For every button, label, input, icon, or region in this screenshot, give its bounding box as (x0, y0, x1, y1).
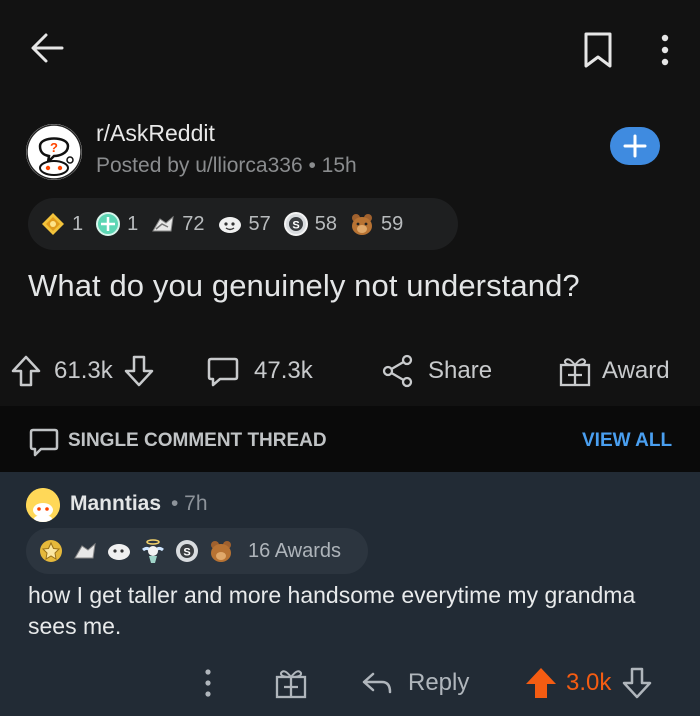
gold-award-icon (42, 213, 64, 235)
post-title[interactable]: What do you genuinely not understand? (28, 268, 580, 304)
wholesome-award-icon (74, 542, 96, 559)
wholesome-award-icon (152, 215, 174, 232)
comment-actions-bar: Reply 3.0k (0, 660, 700, 710)
back-arrow-icon[interactable] (28, 28, 68, 68)
comment-count: 47.3k (254, 357, 313, 384)
upvote-active-icon[interactable] (524, 666, 558, 700)
award-count: 72 (182, 212, 205, 235)
gift-icon (559, 358, 591, 387)
comment-awards-row[interactable]: S 16 Awards (26, 528, 368, 574)
view-all-link[interactable]: VIEW ALL (582, 430, 672, 452)
comment-time: • 7h (171, 492, 208, 515)
user-avatar[interactable] (26, 488, 60, 522)
argentium-award-icon (96, 212, 121, 236)
star-award-icon (40, 540, 62, 562)
award-button[interactable]: Award (558, 354, 670, 388)
join-button[interactable] (610, 127, 660, 165)
angel-award-icon (142, 539, 164, 563)
comment-card: Manntias • 7h S 16 Awards how I get tall… (0, 472, 700, 716)
award-count: 57 (248, 212, 271, 235)
helpful-award-icon (108, 544, 130, 560)
post-card: ? r/AskReddit Posted by u/lliorca336 • 1… (0, 96, 700, 406)
upvote-count: 61.3k (54, 357, 113, 384)
vote-group: 61.3k (10, 354, 155, 388)
silver-award-icon: S (283, 212, 308, 236)
comments-button[interactable]: 47.3k (206, 354, 313, 388)
share-label: Share (428, 357, 493, 384)
award-item: 57 (217, 211, 271, 237)
comment-vote-group: 3.0k (524, 666, 653, 700)
share-button[interactable]: Share (382, 354, 492, 388)
award-item: 59 (349, 211, 403, 237)
subreddit-avatar[interactable]: ? (26, 124, 82, 180)
thread-label: SINGLE COMMENT THREAD (68, 430, 327, 451)
upvote-icon[interactable] (10, 354, 42, 388)
svg-text:?: ? (50, 140, 58, 155)
award-item: 1 (95, 211, 138, 237)
comment-body: how I get taller and more handsome every… (28, 582, 636, 639)
post-actions-bar: 61.3k 47.3k Share Award (0, 346, 700, 402)
svg-text:S: S (183, 547, 190, 559)
svg-text:S: S (292, 220, 299, 232)
post-awards-row[interactable]: 1 1 72 57 S 58 59 (28, 198, 458, 250)
single-comment-thread-bar: SINGLE COMMENT THREAD VIEW ALL (0, 406, 700, 472)
reply-icon (362, 672, 392, 694)
downvote-icon[interactable] (621, 666, 653, 700)
posted-by-meta: Posted by u/lliorca336 • 15h (96, 154, 357, 177)
award-count: 1 (127, 212, 139, 235)
helpful-award-icon (218, 217, 241, 233)
comment-icon (207, 357, 239, 387)
more-options-icon[interactable] (650, 30, 680, 70)
gift-icon (275, 670, 307, 699)
comment-username[interactable]: Manntias (70, 492, 161, 516)
comment-awards-count: 16 Awards (248, 539, 342, 562)
top-bar (0, 0, 700, 96)
downvote-icon[interactable] (123, 354, 155, 388)
share-icon (382, 354, 413, 388)
bear-award-icon (352, 214, 372, 235)
more-options-icon (205, 669, 211, 697)
award-count: 1 (72, 212, 84, 235)
award-item: 72 (150, 211, 205, 237)
subreddit-name[interactable]: r/AskReddit (96, 120, 215, 147)
comment-score: 3.0k (566, 669, 612, 696)
award-label: Award (602, 357, 670, 384)
reply-label: Reply (408, 669, 470, 696)
silver-award-icon: S (176, 540, 198, 562)
comment-thread-icon (29, 428, 59, 457)
award-item: S 58 (283, 211, 337, 237)
comment-more-button[interactable] (196, 666, 220, 700)
award-count: 59 (381, 212, 404, 235)
reply-button[interactable]: Reply (360, 666, 469, 700)
award-item: 1 (40, 211, 83, 237)
award-count: 58 (314, 212, 337, 235)
bear-award-icon (211, 541, 231, 562)
comment-award-button[interactable] (274, 666, 308, 700)
bookmark-icon[interactable] (580, 30, 616, 70)
